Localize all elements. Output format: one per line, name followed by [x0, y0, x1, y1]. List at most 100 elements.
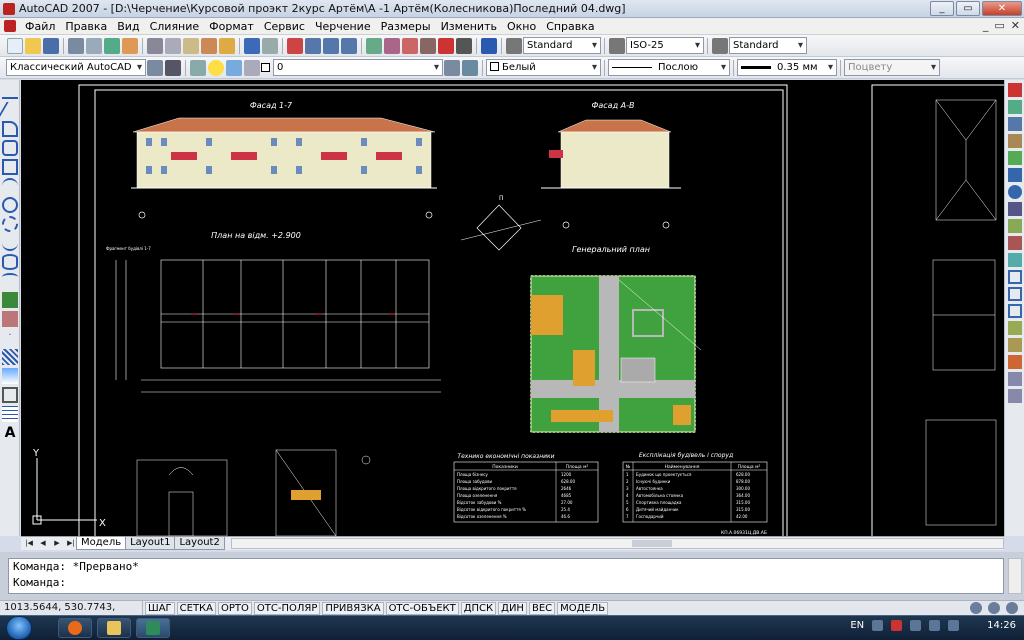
text-style-select[interactable]: Standard: [523, 37, 601, 54]
erase-icon[interactable]: [1008, 83, 1022, 97]
publish-icon[interactable]: [104, 37, 120, 54]
offset-icon[interactable]: [1008, 134, 1022, 148]
snap-toggle[interactable]: ШАГ: [145, 601, 175, 615]
zoom-previous-icon[interactable]: [341, 37, 357, 54]
ducs-toggle[interactable]: ДПСК: [460, 601, 497, 615]
help-icon[interactable]: [481, 37, 497, 54]
copy-icon[interactable]: [165, 37, 181, 54]
command-prompt[interactable]: Команда:: [13, 575, 1003, 591]
sheet-set-icon[interactable]: [420, 37, 436, 54]
redo-icon[interactable]: [262, 37, 278, 54]
doc-minimize-button[interactable]: _: [983, 19, 989, 32]
taskbar-firefox[interactable]: [58, 618, 92, 638]
pan-icon[interactable]: [287, 37, 303, 54]
comm-center-icon[interactable]: [970, 602, 982, 614]
horizontal-scrollbar[interactable]: [230, 538, 1004, 549]
menu-modify[interactable]: Изменить: [436, 20, 502, 33]
save-icon[interactable]: [43, 37, 59, 54]
color-select[interactable]: Белый: [486, 59, 601, 76]
table-style-icon[interactable]: [712, 37, 728, 54]
layer-freeze-sun-icon[interactable]: [226, 59, 242, 76]
polyline-icon[interactable]: [2, 121, 18, 137]
next-tab-icon[interactable]: ▶: [51, 538, 63, 549]
design-center-icon[interactable]: [384, 37, 400, 54]
properties-icon[interactable]: [366, 37, 382, 54]
dim-style-icon[interactable]: [609, 37, 625, 54]
open-folder-icon[interactable]: [25, 37, 41, 54]
menu-merge[interactable]: Слияние: [145, 20, 205, 33]
match-properties-icon[interactable]: [201, 37, 217, 54]
start-button[interactable]: [6, 616, 32, 640]
doc-restore-button[interactable]: ▭: [994, 19, 1004, 32]
chamfer-icon[interactable]: [1008, 321, 1022, 335]
volume-icon[interactable]: [929, 620, 941, 631]
cut-icon[interactable]: [147, 37, 163, 54]
model-toggle[interactable]: МОДЕЛЬ: [557, 601, 609, 615]
minimize-button[interactable]: _: [930, 1, 954, 16]
break-icon[interactable]: [1008, 287, 1022, 301]
menu-dimension[interactable]: Размеры: [376, 20, 436, 33]
tray-icon[interactable]: [872, 620, 884, 631]
rectangle-icon[interactable]: [2, 159, 18, 175]
doc-close-button[interactable]: ✕: [1011, 19, 1020, 32]
layer-lock-icon[interactable]: [244, 59, 260, 76]
ortho-toggle[interactable]: ОРТО: [218, 601, 252, 615]
3d-dwf-icon[interactable]: [122, 37, 138, 54]
scroll-thumb[interactable]: [631, 540, 672, 547]
lineweight-select[interactable]: 0.35 мм: [737, 59, 837, 76]
prev-tab-icon[interactable]: ◀: [37, 538, 49, 549]
spline-icon[interactable]: [2, 235, 18, 251]
menu-draw[interactable]: Черчение: [310, 20, 376, 33]
construction-line-icon[interactable]: [0, 102, 23, 118]
workspace-save-icon[interactable]: [165, 59, 181, 76]
dyn-toggle[interactable]: ДИН: [498, 601, 527, 615]
layer-manager-icon[interactable]: [190, 59, 206, 76]
menu-edit[interactable]: Правка: [60, 20, 112, 33]
multiline-text-icon[interactable]: A: [2, 425, 18, 441]
taskbar-autocad[interactable]: [136, 618, 170, 638]
paste-icon[interactable]: [183, 37, 199, 54]
hatch-icon[interactable]: [2, 349, 18, 365]
text-style-icon[interactable]: [506, 37, 522, 54]
insert-block-icon[interactable]: [2, 292, 18, 308]
polygon-icon[interactable]: [2, 140, 18, 156]
break-at-point-icon[interactable]: [1008, 270, 1022, 284]
tool-palettes-icon[interactable]: [402, 37, 418, 54]
layer-previous-icon[interactable]: [462, 59, 478, 76]
taskbar-explorer[interactable]: [97, 618, 131, 638]
fillet-icon[interactable]: [1008, 338, 1022, 352]
tab-model[interactable]: Модель: [76, 537, 127, 550]
arc-icon[interactable]: [2, 178, 18, 194]
markup-icon[interactable]: [438, 37, 454, 54]
menu-file[interactable]: Файл: [20, 20, 60, 33]
draworder-icon[interactable]: [1008, 372, 1022, 386]
command-line[interactable]: Команда: *Прервано* Команда:: [8, 558, 1022, 594]
ellipse-arc-icon[interactable]: [2, 273, 18, 289]
maximize-button[interactable]: ▭: [956, 1, 980, 16]
close-button[interactable]: ✕: [982, 1, 1022, 16]
clean-screen-icon[interactable]: [1006, 602, 1018, 614]
layer-on-bulb-icon[interactable]: [208, 59, 224, 76]
plot-preview-icon[interactable]: [86, 37, 102, 54]
workspace-select[interactable]: Классический AutoCAD: [6, 59, 146, 76]
draworder-back-icon[interactable]: [1008, 389, 1022, 403]
point-icon[interactable]: ·: [2, 330, 18, 346]
clock[interactable]: 14:26: [987, 620, 1016, 631]
drawing-canvas[interactable]: Фасад 1-7 Фасад А-В П План на відм. +2.9…: [21, 80, 1004, 536]
grid-toggle[interactable]: СЕТКА: [176, 601, 216, 615]
print-icon[interactable]: [68, 37, 84, 54]
block-editor-icon[interactable]: [219, 37, 235, 54]
copy-object-icon[interactable]: [1008, 100, 1022, 114]
zoom-window-icon[interactable]: [323, 37, 339, 54]
tab-layout2[interactable]: Layout2: [174, 537, 225, 550]
command-scrollbar[interactable]: [1008, 558, 1022, 594]
stretch-icon[interactable]: [1008, 219, 1022, 233]
calculator-icon[interactable]: [456, 37, 472, 54]
antivirus-icon[interactable]: [891, 620, 903, 631]
table-style-select[interactable]: Standard: [729, 37, 807, 54]
circle-icon[interactable]: [2, 197, 18, 213]
rotate-icon[interactable]: [1008, 185, 1022, 199]
move-icon[interactable]: [1008, 168, 1022, 182]
linetype-select[interactable]: Послою: [608, 59, 730, 76]
trim-icon[interactable]: [1008, 236, 1022, 250]
